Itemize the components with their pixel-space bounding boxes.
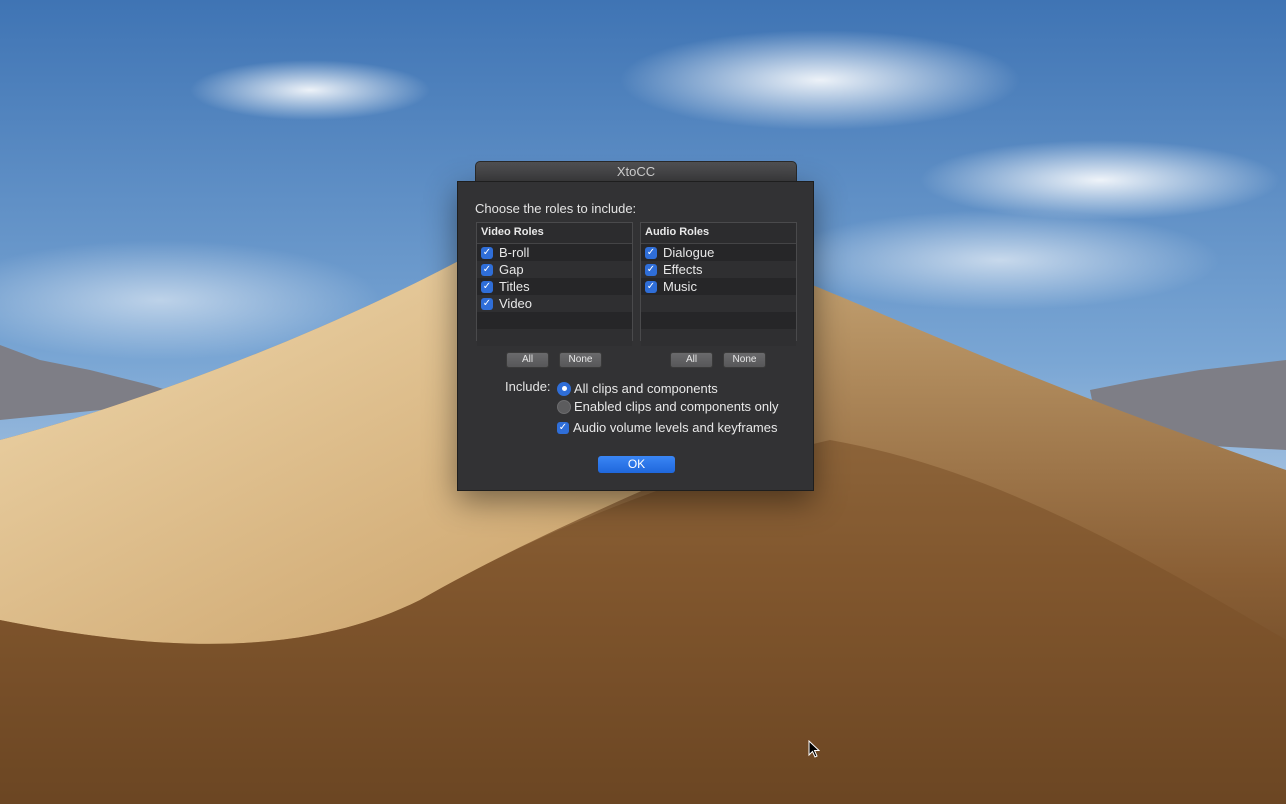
checkmark-icon[interactable]: ✓ [481,280,493,293]
video-role-item-video[interactable]: ✓ Video [477,295,632,312]
radio-all-clips[interactable]: All clips and components [557,381,718,396]
checkmark-icon[interactable]: ✓ [645,280,657,293]
audio-role-label: Effects [663,262,703,277]
video-roles-header: Video Roles [477,223,632,244]
audio-roles-list[interactable]: Audio Roles ✓ Dialogue ✓ Effects ✓ Music [640,222,797,346]
radio-unselected-icon[interactable] [557,399,571,414]
video-role-label: B-roll [499,245,530,260]
audio-volume-label: Audio volume levels and keyframes [573,420,778,435]
checkmark-icon[interactable]: ✓ [481,246,493,259]
dialog-prompt: Choose the roles to include: [475,201,637,216]
window-titlebar[interactable]: XtoCC [475,161,797,182]
empty-row [641,295,796,312]
ok-button[interactable]: OK [598,456,675,473]
checkmark-icon[interactable]: ✓ [645,246,657,259]
audio-volume-checkbox[interactable]: ✓ Audio volume levels and keyframes [557,420,778,435]
radio-selected-icon[interactable] [557,381,571,396]
checkmark-icon[interactable]: ✓ [481,263,493,276]
audio-role-item-effects[interactable]: ✓ Effects [641,261,796,278]
include-label: Include: [505,379,551,394]
empty-row [477,329,632,346]
empty-row [641,329,796,346]
video-roles-list[interactable]: Video Roles ✓ B-roll ✓ Gap ✓ Titles ✓ Vi… [476,222,633,346]
arrow-cursor-icon [808,739,821,763]
checkmark-icon[interactable]: ✓ [645,263,657,276]
video-all-button[interactable]: All [506,352,549,368]
video-role-label: Gap [499,262,524,277]
audio-role-item-dialogue[interactable]: ✓ Dialogue [641,244,796,261]
checkmark-icon[interactable]: ✓ [481,297,493,310]
video-none-button[interactable]: None [559,352,602,368]
audio-role-label: Dialogue [663,245,715,260]
video-role-item-gap[interactable]: ✓ Gap [477,261,632,278]
video-role-item-broll[interactable]: ✓ B-roll [477,244,632,261]
empty-row [477,312,632,329]
radio-enabled-clips[interactable]: Enabled clips and components only [557,399,779,414]
radio-label: All clips and components [574,381,718,396]
audio-all-button[interactable]: All [670,352,713,368]
video-role-label: Titles [499,279,530,294]
empty-row [641,312,796,329]
audio-roles-header: Audio Roles [641,223,796,244]
audio-role-label: Music [663,279,697,294]
roles-dialog: Choose the roles to include: Video Roles… [457,181,814,491]
checkmark-icon[interactable]: ✓ [557,421,569,434]
audio-role-item-music[interactable]: ✓ Music [641,278,796,295]
window-title: XtoCC [616,164,656,179]
audio-none-button[interactable]: None [723,352,766,368]
radio-label: Enabled clips and components only [574,399,779,414]
video-role-item-titles[interactable]: ✓ Titles [477,278,632,295]
video-role-label: Video [499,296,533,311]
